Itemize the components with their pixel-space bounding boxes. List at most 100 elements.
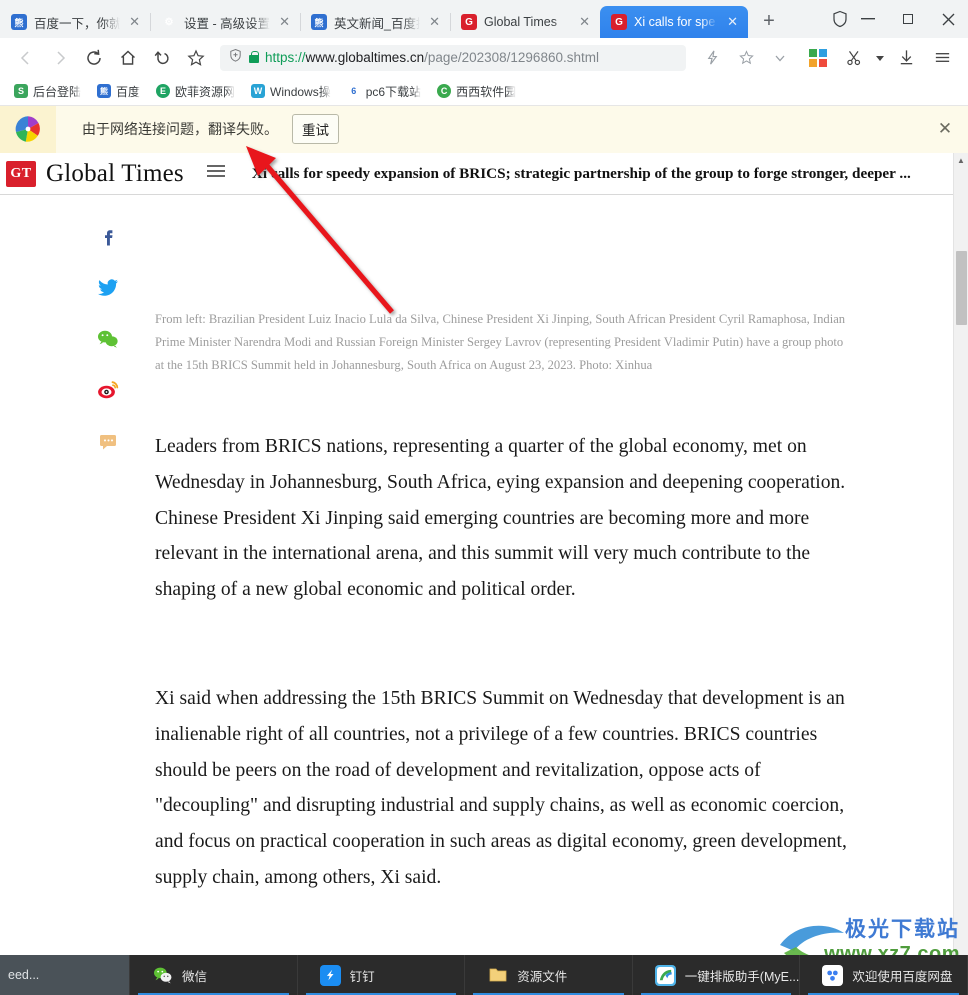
bookmark-favicon: S — [14, 84, 28, 98]
globaltimes-icon: G — [611, 14, 627, 30]
notification-close-icon[interactable]: ✕ — [922, 105, 968, 153]
taskbar-item[interactable]: 资源文件 — [465, 955, 633, 995]
scissors-caret-icon[interactable] — [874, 43, 886, 73]
article-paragraph: Xi said when addressing the 15th BRICS S… — [155, 688, 847, 888]
hamburger-icon[interactable] — [206, 163, 226, 185]
scissors-icon[interactable] — [838, 43, 870, 73]
dingtalk-icon — [319, 964, 341, 986]
bookmark-favicon: E — [156, 84, 171, 98]
bookmark-item[interactable]: S 后台登陆 — [8, 81, 87, 102]
taskbar-item[interactable]: 钉钉 — [298, 955, 466, 995]
bookmark-item[interactable]: C 西西软件园 — [431, 81, 522, 102]
bookmark-label: 后台登陆 — [33, 84, 82, 99]
home-icon[interactable] — [112, 43, 144, 73]
window-close-button[interactable] — [928, 4, 968, 34]
lock-icon — [249, 50, 259, 63]
tab-title: 英文新闻_百度搜 — [334, 16, 421, 31]
scroll-up-arrow-icon[interactable]: ▲ — [954, 153, 968, 167]
wechat-icon[interactable] — [96, 327, 120, 351]
tab-close-icon[interactable]: ✕ — [427, 14, 442, 30]
forward-button[interactable] — [44, 43, 76, 73]
shield-icon[interactable] — [830, 9, 850, 29]
download-icon[interactable] — [890, 43, 922, 73]
bookmark-item[interactable]: 熊 百度 — [91, 81, 146, 102]
taskbar-item[interactable]: 一键排版助手(MyE... — [633, 955, 801, 995]
bookmark-favicon: W — [251, 84, 266, 98]
minimize-button[interactable] — [848, 4, 888, 34]
taskbar-label: 一键排版助手(MyE... — [684, 969, 800, 984]
translate-error-message: 由于网络连接问题，翻译失败。 — [82, 121, 278, 137]
globaltimes-icon: G — [461, 14, 477, 30]
bookmark-item[interactable]: W Windows操 — [245, 81, 337, 102]
reload-icon[interactable] — [78, 43, 110, 73]
weibo-icon[interactable] — [96, 378, 120, 402]
browser-tab[interactable]: G Global Times ✕ — [450, 6, 600, 38]
bookmark-star-icon[interactable] — [180, 43, 212, 73]
bookmark-item[interactable]: E 欧菲资源网 — [150, 81, 241, 102]
taskbar-item[interactable]: 微信 — [130, 955, 298, 995]
tab-title: 百度一下，你就 — [34, 16, 121, 31]
bookmark-label: 百度 — [116, 84, 141, 99]
taskbar-label: 欢迎使用百度网盘 — [852, 969, 953, 984]
tab-close-icon[interactable]: ✕ — [277, 14, 292, 30]
new-tab-button[interactable]: + — [754, 6, 784, 36]
bookmark-label: Windows操 — [270, 84, 331, 99]
twitter-icon[interactable] — [96, 276, 120, 300]
translate-notification-bar: 由于网络连接问题，翻译失败。 重试 ✕ — [0, 105, 968, 153]
address-bar[interactable]: https://www.globaltimes.cn/page/202308/1… — [220, 44, 686, 71]
tab-title: 设置 - 高级设置 — [184, 16, 271, 31]
bookmark-label: 欧菲资源网 — [175, 84, 236, 99]
browser-tab[interactable]: ⚙ 设置 - 高级设置 ✕ — [150, 6, 300, 38]
browser-tab-active[interactable]: G Xi calls for spe ✕ — [600, 6, 748, 38]
tab-close-icon[interactable]: ✕ — [577, 14, 592, 30]
bookmark-label: 西西软件园 — [456, 84, 517, 99]
social-share-bar — [92, 225, 124, 453]
site-brand-name[interactable]: Global Times — [46, 160, 184, 188]
scrollbar-thumb[interactable] — [956, 251, 967, 325]
sticky-headline[interactable]: Xi calls for speedy expansion of BRICS; … — [252, 165, 953, 183]
taskbar-item[interactable]: eed... — [0, 955, 130, 995]
baidu-icon — [311, 14, 327, 30]
omnibox-star-icon[interactable] — [730, 43, 762, 73]
microsoft-squares-icon[interactable] — [802, 43, 834, 73]
comment-icon[interactable] — [96, 429, 120, 453]
folder-icon — [487, 965, 508, 986]
browser-toolbar: https://www.globaltimes.cn/page/202308/1… — [0, 38, 968, 77]
extension-buttons — [802, 43, 958, 73]
url-text: https://www.globaltimes.cn/page/202308/1… — [265, 50, 599, 65]
lightning-icon[interactable] — [696, 43, 728, 73]
translate-pinwheel-icon — [0, 105, 56, 153]
gear-icon: ⚙ — [164, 16, 174, 28]
shield-plus-icon — [228, 48, 243, 68]
bookmark-favicon: 6 — [346, 84, 361, 98]
tab-close-icon[interactable]: ✕ — [127, 14, 142, 30]
menu-icon[interactable] — [926, 43, 958, 73]
taskbar-label: eed... — [8, 968, 40, 982]
taskbar-item[interactable]: 欢迎使用百度网盘 — [800, 955, 968, 995]
facebook-icon[interactable] — [96, 225, 120, 249]
tab-close-icon[interactable]: ✕ — [725, 14, 740, 30]
taskbar-label: 微信 — [182, 969, 208, 984]
retry-button[interactable]: 重试 — [292, 114, 339, 144]
tab-strip: 百度一下，你就 ✕ ⚙ 设置 - 高级设置 ✕ 英文新闻_百度搜 ✕ G Glo… — [0, 0, 968, 38]
browser-tab[interactable]: 百度一下，你就 ✕ — [0, 6, 150, 38]
tab-title: Xi calls for spe — [634, 15, 716, 29]
baidu-netdisk-icon — [822, 964, 844, 986]
history-back-icon[interactable] — [146, 43, 178, 73]
mye-icon — [654, 964, 676, 986]
url-host: www.globaltimes.cn — [305, 50, 425, 65]
page-viewport: GT Global Times Xi calls for speedy expa… — [0, 153, 968, 955]
chevron-down-icon[interactable] — [764, 43, 796, 73]
globaltimes-logo[interactable]: GT — [6, 160, 36, 187]
article-paragraph: Leaders from BRICS nations, representing… — [155, 436, 846, 601]
tab-title: Global Times — [484, 15, 557, 29]
browser-tab[interactable]: 英文新闻_百度搜 ✕ — [300, 6, 450, 38]
bookmark-item[interactable]: 6 pc6下载站 — [341, 81, 427, 102]
windows-taskbar: eed... 微信 钉钉 资源文件 一键排版助手(MyE... 欢迎使用百度网盘 — [0, 955, 968, 995]
page-scrollbar[interactable]: ▲ — [953, 153, 968, 955]
restore-button[interactable] — [888, 4, 928, 34]
url-scheme: https:// — [265, 50, 306, 65]
back-button[interactable] — [10, 43, 42, 73]
site-sticky-header: GT Global Times Xi calls for speedy expa… — [0, 153, 953, 195]
taskbar-label: 资源文件 — [517, 969, 568, 984]
